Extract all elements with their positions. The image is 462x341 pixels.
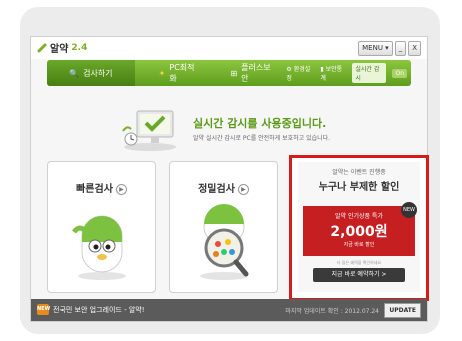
app-name: 알약 [50, 44, 69, 55]
app-logo: 알약 2.4 [37, 40, 87, 55]
menu-label: MENU [362, 44, 383, 52]
quick-scan-text: 빠른검사 [76, 184, 113, 195]
update-button[interactable]: UPDATE [384, 303, 421, 318]
nav-utilities: ⚙ 환경설정 ▮ 보안통계 실시간 감시 On [286, 63, 411, 83]
quick-scan-label: 빠른검사 ▶ [48, 180, 155, 195]
arrow-right-icon: ▶ [237, 183, 249, 195]
main-nav: 🔍 검사하기 ✦ PC최적화 ⊞ 플러스보안 ⚙ 환경설정 ▮ 보안통계 실시간… [47, 60, 411, 86]
minimize-button[interactable]: _ [394, 41, 407, 56]
footer-message[interactable]: 전국민 보안 업그레이드 - 알약! [53, 305, 145, 315]
promo-banner[interactable]: 알약는 이벤트 진행중 누구나 부제한 할인 NEW 알약 인기상품 특가 2,… [289, 155, 429, 301]
quick-scan-card[interactable]: 빠른검사 ▶ [47, 161, 156, 293]
menu-button[interactable]: MENU ▾ [358, 41, 393, 56]
tab-pc-optimize[interactable]: ✦ PC최적화 [149, 60, 211, 86]
footer-bar: NEW 전국민 보안 업그레이드 - 알약! 마지막 업데이트 확인 : 201… [31, 299, 427, 321]
promo-headline: 누구나 부제한 할인 [318, 182, 400, 193]
tab-scan[interactable]: 🔍 검사하기 [47, 60, 135, 86]
promo-content: 알약는 이벤트 진행중 누구나 부제한 할인 NEW 알약 인기상품 특가 2,… [298, 162, 420, 292]
status-subtitle: 알약 실시간 감시로 PC를 안전하게 보호하고 있습니다. [193, 135, 331, 142]
broom-icon: ✦ [158, 68, 166, 78]
magnifier-pills-icon [200, 204, 249, 280]
price-value: 2,000원 [330, 224, 388, 240]
reserve-button[interactable]: 지금 바로 예약하기 > [313, 268, 405, 282]
report-link[interactable]: ▮ 보안통계 [320, 64, 346, 82]
deep-scan-label: 정밀검사 ▶ [170, 180, 277, 195]
arrow-right-icon: ▶ [115, 183, 127, 195]
tab-plus-security[interactable]: ⊞ 플러스보안 [220, 60, 286, 86]
price-box-bottom: 지금 바로 할인 [343, 242, 375, 248]
close-button[interactable]: X [408, 41, 421, 56]
app-version: 2.4 [71, 42, 88, 53]
price-box-top: 알약 인기상품 특가 [335, 213, 383, 220]
window-controls: MENU ▾ _ X [358, 41, 421, 56]
promo-note: 더 많은 혜택을 확인하세요 [336, 260, 382, 265]
promo-tag: 알약는 이벤트 진행중 [332, 169, 386, 176]
realtime-label: 실시간 감시 [352, 63, 387, 83]
monitor-check-icon [122, 110, 176, 151]
settings-label: 환경설정 [286, 66, 311, 82]
status-title: 실시간 감시를 사용중입니다. [193, 117, 327, 130]
title-bar: 알약 2.4 MENU ▾ _ X [31, 37, 427, 59]
pill-logo-icon [37, 43, 47, 52]
tab-pc-optimize-label: PC최적화 [169, 63, 195, 83]
plus-icon: ⊞ [230, 68, 238, 78]
tab-scan-label: 검사하기 [83, 68, 113, 78]
price-box: NEW 알약 인기상품 특가 2,000원 지금 바로 할인 [303, 202, 417, 256]
new-icon: NEW [37, 304, 50, 315]
pill-mascot-icon [72, 215, 126, 280]
settings-link[interactable]: ⚙ 환경설정 [286, 64, 314, 82]
deep-scan-card[interactable]: 정밀검사 ▶ [169, 161, 278, 293]
realtime-toggle[interactable]: On [392, 68, 407, 78]
app-window: 알약 2.4 MENU ▾ _ X 🔍 검사하기 ✦ PC최적화 ⊞ 플러스보안… [30, 36, 429, 322]
report-label: 보안통계 [320, 66, 343, 82]
search-icon: 🔍 [69, 68, 80, 78]
deep-scan-text: 정밀검사 [198, 184, 235, 195]
last-update-text: 마지막 업데이트 확인 : 2012.07.24 [285, 308, 379, 315]
tab-plus-security-label: 플러스보안 [241, 63, 271, 83]
